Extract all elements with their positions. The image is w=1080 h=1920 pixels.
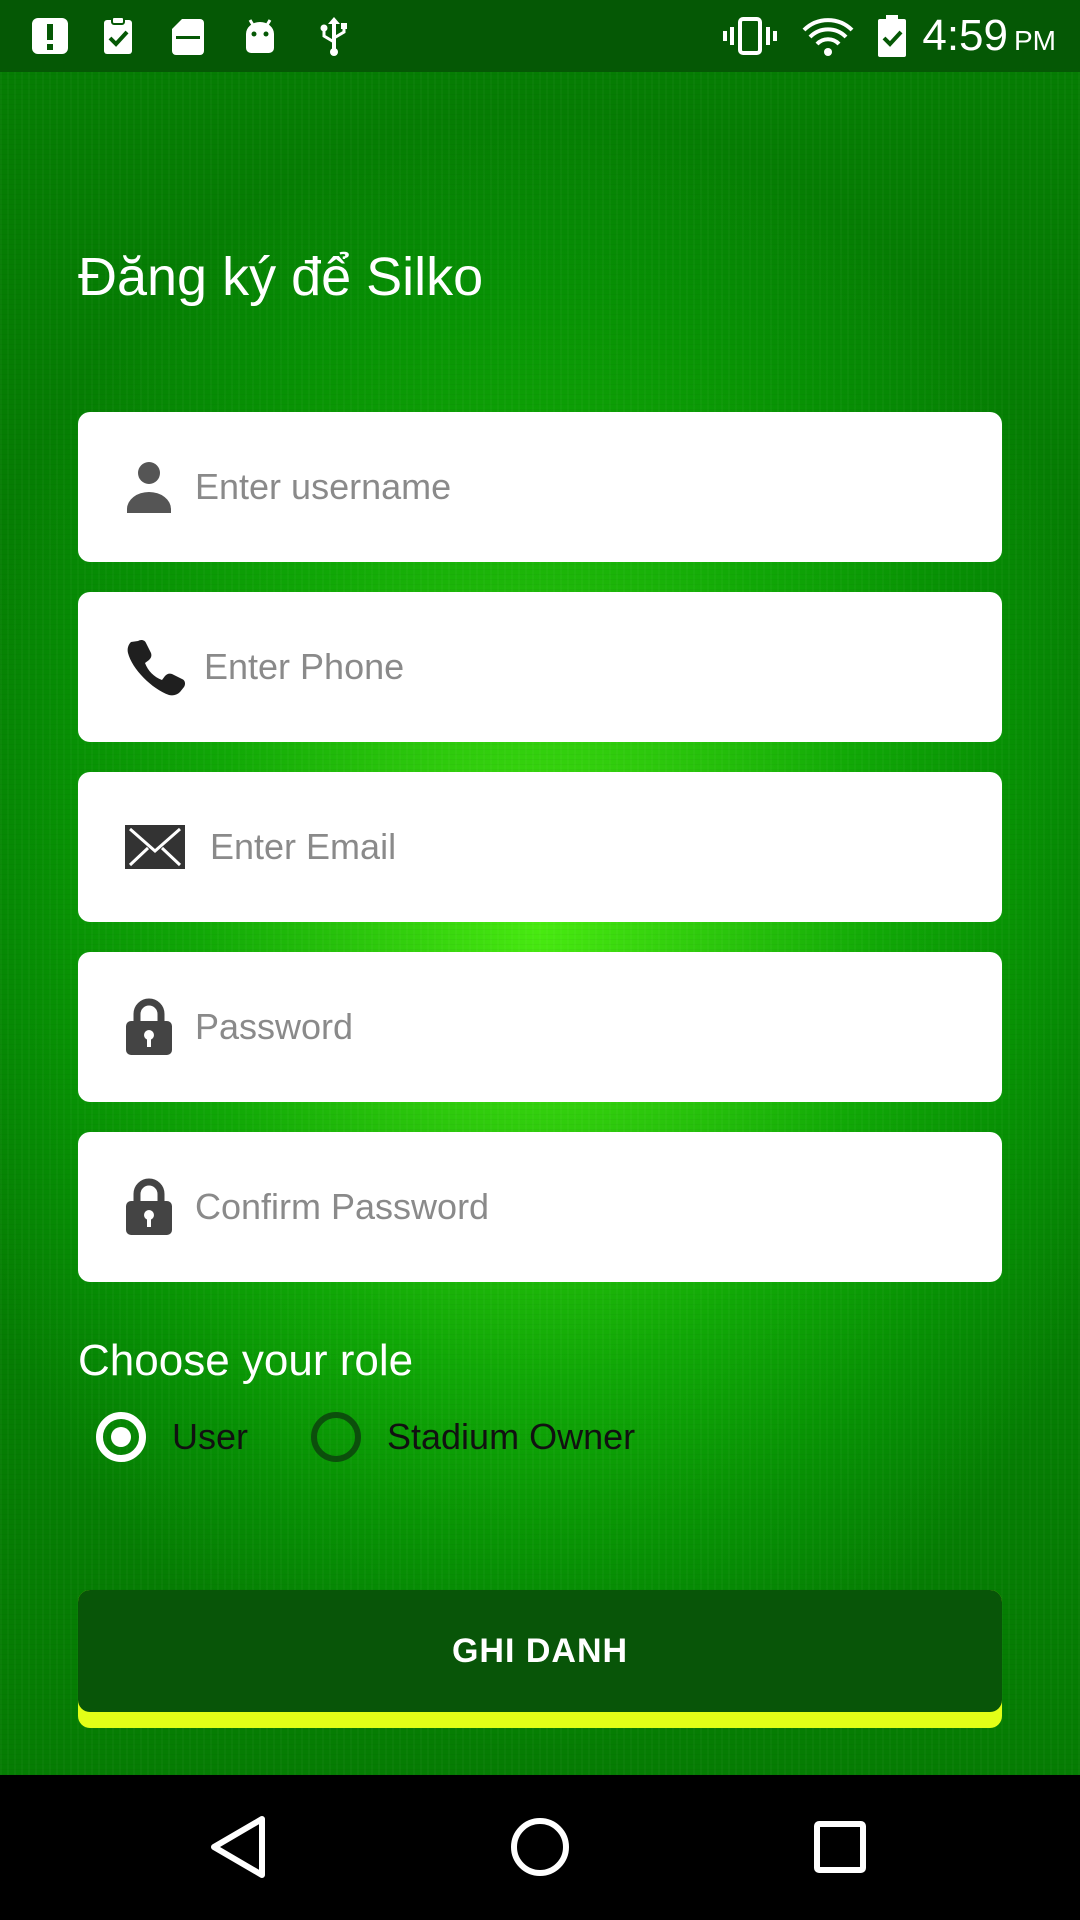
registration-screen: 4:59 PM Đăng ký để Silko Enter username …	[0, 0, 1080, 1920]
email-input[interactable]	[210, 817, 890, 877]
home-icon[interactable]	[500, 1807, 580, 1887]
status-time: 4:59 PM	[922, 8, 1056, 69]
sd-card-icon	[172, 19, 204, 55]
clock-ampm: PM	[1014, 25, 1056, 56]
role-option-label: Stadium Owner	[387, 1416, 636, 1457]
username-field[interactable]	[78, 412, 1002, 562]
phone-icon	[127, 639, 186, 696]
clock-time: 4:59	[922, 11, 1008, 60]
role-title: Choose your role	[78, 1336, 414, 1385]
clipboard-check-icon	[104, 16, 132, 54]
battery-icon	[878, 15, 906, 57]
register-button-label: GHI DANH	[78, 1590, 1002, 1712]
email-field[interactable]	[78, 772, 1002, 922]
lock-icon	[126, 1178, 172, 1235]
status-bar: 4:59 PM	[0, 0, 1080, 72]
alert-icon	[32, 18, 68, 54]
phone-input[interactable]	[204, 637, 884, 697]
vibrate-icon	[723, 17, 777, 55]
password-input[interactable]	[195, 997, 875, 1057]
person-icon	[127, 462, 171, 513]
role-option-label: User	[172, 1416, 249, 1457]
register-button[interactable]: GHI DANH	[78, 1590, 1002, 1728]
role-option-user[interactable]: User	[96, 1405, 248, 1469]
radio-checked-icon[interactable]	[96, 1412, 146, 1462]
back-icon[interactable]	[200, 1807, 280, 1887]
recents-icon[interactable]	[800, 1807, 880, 1887]
password-field[interactable]	[78, 952, 1002, 1102]
phone-field[interactable]	[78, 592, 1002, 742]
radio-unchecked-icon[interactable]	[311, 1412, 361, 1462]
mail-icon	[125, 825, 185, 869]
wifi-icon	[802, 18, 854, 56]
android-icon	[246, 19, 274, 53]
username-input[interactable]	[195, 457, 875, 517]
confirm-password-field[interactable]	[78, 1132, 1002, 1282]
usb-icon	[320, 17, 347, 56]
grass-background	[0, 72, 1080, 1775]
confirm-password-input[interactable]	[195, 1177, 875, 1237]
page-title: Đăng ký để Silko	[78, 247, 484, 307]
lock-icon	[126, 998, 172, 1055]
role-option-stadium-owner[interactable]: Stadium Owner	[311, 1405, 635, 1469]
navigation-bar	[0, 1775, 1080, 1920]
